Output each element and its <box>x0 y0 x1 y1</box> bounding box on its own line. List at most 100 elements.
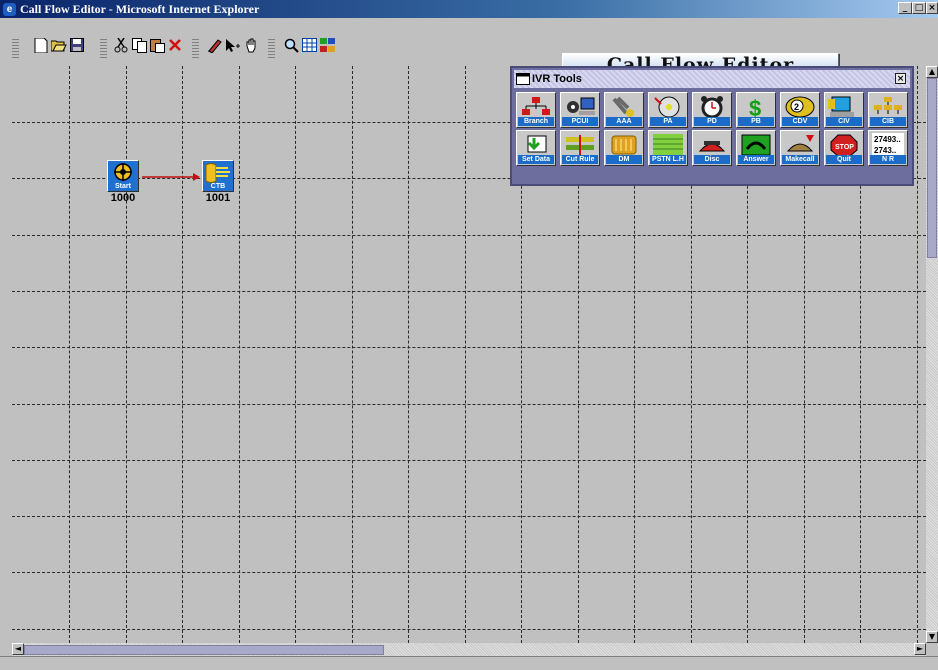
tool-label: Answer <box>738 155 774 164</box>
tool-nr-button[interactable]: 27493.. 2743.. N R <box>868 130 908 166</box>
scroll-right-button[interactable]: ► <box>914 643 926 655</box>
nr-icon: 27493.. 2743.. <box>872 133 904 157</box>
pa-icon <box>654 96 680 118</box>
tool-label: DM <box>606 155 642 164</box>
branch-icon <box>522 97 550 115</box>
open-icon[interactable] <box>50 36 68 54</box>
grid-line-vertical <box>465 66 466 643</box>
start-icon <box>114 163 132 181</box>
grid-line-horizontal <box>12 291 926 292</box>
tool-label: PD <box>694 117 730 126</box>
tool-set-data-button[interactable]: Set Data <box>516 130 556 166</box>
svg-text:$: $ <box>749 96 761 119</box>
tool-pb-button[interactable]: $ PB <box>736 92 776 128</box>
scroll-left-button[interactable]: ◄ <box>12 643 24 655</box>
minimize-button[interactable]: _ <box>898 2 912 14</box>
start-node[interactable]: Start <box>107 160 139 192</box>
ivr-tools-palette[interactable]: IVR Tools × Branch PCUI AAA PA PD $ PB 2 CDV CIV C… <box>510 66 914 186</box>
hand-icon[interactable] <box>242 36 260 54</box>
tool-answer-button[interactable]: Answer <box>736 130 776 166</box>
tool-quit-button[interactable]: STOP Quit <box>824 130 864 166</box>
save-icon[interactable] <box>68 36 86 54</box>
node-label: Start <box>115 183 131 190</box>
tool-pstn-button[interactable]: PSTN L.H <box>648 130 688 166</box>
tool-label: Set Data <box>518 155 554 164</box>
tool-label: N R <box>870 155 906 164</box>
tool-label: Branch <box>518 117 554 126</box>
palette-close-button[interactable]: × <box>895 73 906 84</box>
tool-cib-button[interactable]: CIB <box>868 92 908 128</box>
grid-line-vertical <box>295 66 296 643</box>
delete-icon[interactable] <box>166 36 184 54</box>
svg-text:27493..: 27493.. <box>874 135 901 144</box>
new-icon[interactable] <box>32 36 50 54</box>
toolbar-grip[interactable] <box>100 38 107 58</box>
tool-dm-button[interactable]: DM <box>604 130 644 166</box>
tool-makecall-button[interactable]: Makecall <box>780 130 820 166</box>
toolbar-grip[interactable] <box>192 38 199 58</box>
grid-icon[interactable] <box>300 36 318 54</box>
pstn-icon <box>653 134 683 156</box>
pencil-icon[interactable] <box>206 36 224 54</box>
maximize-button[interactable]: □ <box>912 2 926 14</box>
connector-arrow[interactable] <box>140 170 202 184</box>
window-icon <box>516 73 530 85</box>
ctb-node[interactable]: CTB <box>202 160 234 192</box>
grid-line-vertical <box>917 66 918 643</box>
paste-icon[interactable] <box>148 36 166 54</box>
grid-line-vertical <box>69 66 70 643</box>
toolbar-grip[interactable] <box>12 38 19 58</box>
palette-titlebar[interactable]: IVR Tools × <box>514 70 910 88</box>
node-id: 1001 <box>205 192 231 204</box>
tool-pcui-button[interactable]: PCUI <box>560 92 600 128</box>
scroll-up-button[interactable]: ▲ <box>926 66 938 78</box>
tool-label: Makecall <box>782 155 818 164</box>
grid-line-horizontal <box>12 235 926 236</box>
scroll-down-button[interactable]: ▼ <box>926 631 938 643</box>
layout-icon[interactable] <box>318 36 336 54</box>
cut-icon[interactable] <box>112 36 130 54</box>
grid-line-vertical <box>126 66 127 643</box>
copy-icon[interactable] <box>130 36 148 54</box>
tool-cdv-button[interactable]: 2 CDV <box>780 92 820 128</box>
horizontal-scroll-thumb[interactable] <box>24 645 384 655</box>
palette-title: IVR Tools <box>532 73 582 85</box>
pcui-icon <box>567 97 595 115</box>
window-titlebar: e Call Flow Editor - Microsoft Internet … <box>0 0 938 18</box>
tool-label: CDV <box>782 117 818 126</box>
tool-label: PCUI <box>562 117 598 126</box>
tool-pa-button[interactable]: PA <box>648 92 688 128</box>
zoom-icon[interactable] <box>282 36 300 54</box>
toolbar: Call Flow Editor <box>0 18 938 77</box>
grid-line-horizontal <box>12 347 926 348</box>
tool-civ-button[interactable]: CIV <box>824 92 864 128</box>
answer-icon <box>741 134 771 156</box>
grid-line-horizontal <box>12 516 926 517</box>
svg-text:2: 2 <box>794 102 799 112</box>
svg-text:2743..: 2743.. <box>874 146 896 155</box>
tool-label: PA <box>650 117 686 126</box>
grid-line-horizontal <box>12 572 926 573</box>
tool-label: PSTN L.H <box>650 155 686 164</box>
tool-label: Disc <box>694 155 730 164</box>
close-button[interactable]: × <box>926 2 938 14</box>
grid-line-vertical <box>182 66 183 643</box>
quit-icon: STOP <box>830 134 858 157</box>
grid-line-horizontal <box>12 404 926 405</box>
toolbar-grip[interactable] <box>268 38 275 58</box>
vertical-scroll-thumb[interactable] <box>927 78 937 258</box>
cdv-icon: 2 <box>785 96 815 118</box>
tool-pd-button[interactable]: PD <box>692 92 732 128</box>
tool-label: Quit <box>826 155 862 164</box>
tool-disc-button[interactable]: Disc <box>692 130 732 166</box>
tool-branch-button[interactable]: Branch <box>516 92 556 128</box>
tool-cut-rule-button[interactable]: Cut Rule <box>560 130 600 166</box>
set-data-icon <box>527 135 547 153</box>
ctb-icon <box>205 163 230 183</box>
select-arrow-icon[interactable] <box>224 36 242 54</box>
tool-aaa-button[interactable]: AAA <box>604 92 644 128</box>
tool-label: AAA <box>606 117 642 126</box>
canvas-margin <box>0 66 12 643</box>
aaa-icon <box>612 96 634 117</box>
tool-label: CIV <box>826 117 862 126</box>
